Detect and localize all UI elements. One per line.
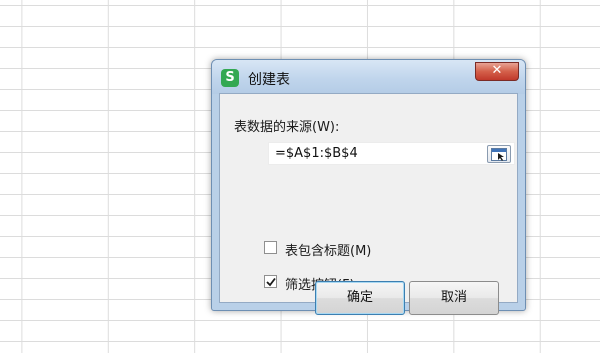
ok-button[interactable]: 确定: [315, 281, 405, 315]
create-table-dialog: S 创建表 ✕ 表数据的来源(W): =$A$1:$B$4 表包含标题(M) 确…: [211, 59, 526, 315]
header-row-label: 表包含标题(M): [285, 244, 372, 259]
dialog-body: 表数据的来源(W): =$A$1:$B$4 表包含标题(M) 筛选按钮(F): [219, 93, 518, 315]
dialog-title: 创建表: [248, 72, 290, 88]
range-input[interactable]: =$A$1:$B$4: [268, 142, 515, 165]
close-button[interactable]: ✕: [475, 62, 519, 81]
dialog-titlebar[interactable]: S 创建表 ✕: [212, 60, 525, 94]
range-select-button[interactable]: [487, 145, 511, 163]
range-picker-icon: [491, 148, 507, 161]
cancel-button[interactable]: 取消: [409, 281, 499, 315]
header-row-checkbox[interactable]: [264, 241, 277, 254]
range-input-value: =$A$1:$B$4: [275, 146, 358, 161]
data-source-label: 表数据的来源(W):: [234, 120, 340, 135]
checkmark-icon: [266, 277, 276, 287]
filter-button-checkbox[interactable]: [264, 275, 277, 288]
wps-app-icon: S: [221, 69, 239, 87]
